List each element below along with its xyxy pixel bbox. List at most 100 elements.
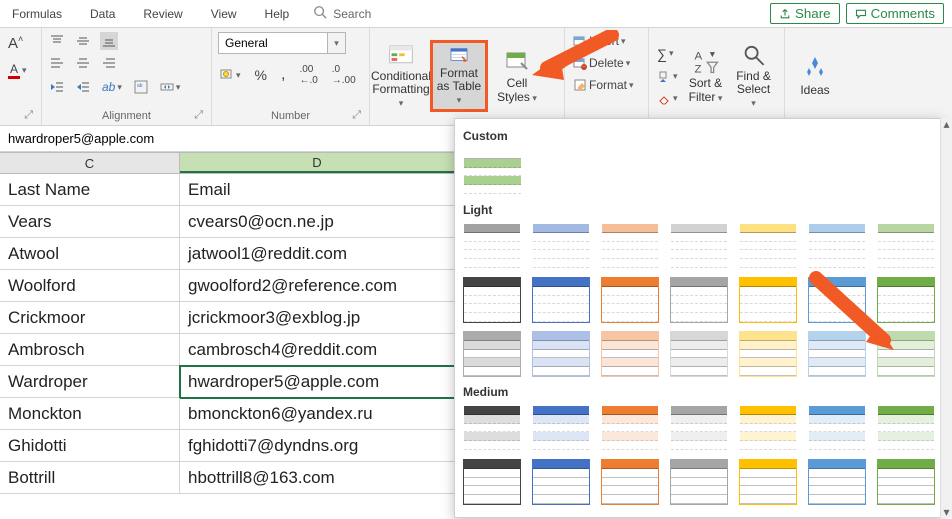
number-format-dropdown[interactable] <box>218 32 328 54</box>
table-style-option[interactable] <box>532 223 590 269</box>
column-header-d[interactable]: D <box>180 153 455 173</box>
tab-view[interactable]: View <box>207 7 241 21</box>
format-as-table-button[interactable]: Format as Table ▾ <box>430 40 488 112</box>
table-style-option[interactable] <box>532 331 590 377</box>
table-style-option[interactable] <box>739 405 797 451</box>
share-button[interactable]: Share <box>770 3 840 24</box>
table-style-option[interactable] <box>463 149 522 195</box>
orientation-button[interactable]: ab▾ <box>100 78 124 96</box>
group-editing: ∑▾ ▾ ▾ AZ Sort & Filter ▾ Find & Select … <box>649 28 785 125</box>
alignment-launcher[interactable]: ⤢ <box>194 109 203 122</box>
number-launcher[interactable]: ⤢ <box>352 109 361 122</box>
tab-data[interactable]: Data <box>86 7 119 21</box>
decrease-decimal-button[interactable]: .0→.00 <box>330 62 358 88</box>
find-select-button[interactable]: Find & Select ▾ <box>732 40 776 112</box>
table-style-option[interactable] <box>808 405 866 451</box>
table-style-option[interactable] <box>877 405 935 451</box>
table-style-option[interactable] <box>739 459 797 505</box>
scroll-up-button[interactable]: ▴ <box>941 118 952 130</box>
cell[interactable]: Wardroper <box>0 366 180 398</box>
tab-formulas[interactable]: Formulas <box>8 7 66 21</box>
table-style-option[interactable] <box>739 331 797 377</box>
increase-indent-button[interactable] <box>74 78 92 96</box>
search-box[interactable]: Search <box>313 5 371 22</box>
align-center-button[interactable] <box>74 54 92 72</box>
cell[interactable]: Monckton <box>0 398 180 430</box>
font-color-button[interactable]: A▾ <box>6 60 29 81</box>
cell[interactable]: Crickmoor <box>0 302 180 334</box>
autosum-button[interactable]: ∑▾ <box>655 44 680 64</box>
cell[interactable]: Woolford <box>0 270 180 302</box>
font-launcher[interactable]: ⤢ <box>24 109 33 122</box>
cell[interactable]: cvears0@ocn.ne.jp <box>180 206 455 238</box>
decrease-indent-button[interactable] <box>48 78 66 96</box>
table-style-option[interactable] <box>601 331 659 377</box>
comment-icon <box>855 8 867 20</box>
increase-decimal-button[interactable]: .00←.0 <box>297 62 319 88</box>
table-style-option[interactable] <box>877 459 935 505</box>
align-middle-button[interactable] <box>74 32 92 50</box>
gallery-scrollbar[interactable]: ▴ ▾ <box>940 118 952 518</box>
table-style-option[interactable] <box>601 277 659 323</box>
table-style-option[interactable] <box>739 277 797 323</box>
merge-button[interactable]: ▾ <box>158 78 183 96</box>
group-font-fragment: A˄ A▾ ⤢ <box>0 28 42 125</box>
sort-filter-button[interactable]: AZ Sort & Filter ▾ <box>684 40 728 112</box>
table-style-option[interactable] <box>463 277 521 323</box>
table-style-option[interactable] <box>808 459 866 505</box>
table-style-option[interactable] <box>877 223 935 269</box>
table-style-option[interactable] <box>463 223 521 269</box>
group-number: ▾ ▾ % , .00←.0 .0→.00 Number⤢ <box>212 28 370 125</box>
table-style-option[interactable] <box>670 331 728 377</box>
table-style-option[interactable] <box>532 405 590 451</box>
table-style-option[interactable] <box>532 277 590 323</box>
comma-format-button[interactable]: , <box>279 62 287 88</box>
align-bottom-button[interactable] <box>100 32 118 50</box>
cell[interactable]: fghidotti7@dyndns.org <box>180 430 455 462</box>
cell[interactable]: Ghidotti <box>0 430 180 462</box>
cell[interactable]: Vears <box>0 206 180 238</box>
table-style-option[interactable] <box>601 459 659 505</box>
cell[interactable]: bmonckton6@yandex.ru <box>180 398 455 430</box>
align-top-button[interactable] <box>48 32 66 50</box>
accounting-format-button[interactable]: ▾ <box>218 62 243 88</box>
scroll-down-button[interactable]: ▾ <box>941 506 952 518</box>
cell[interactable]: Atwool <box>0 238 180 270</box>
cell[interactable]: gwoolford2@reference.com <box>180 270 455 302</box>
percent-format-button[interactable]: % <box>253 62 269 88</box>
align-right-button[interactable] <box>100 54 118 72</box>
fill-button[interactable]: ▾ <box>655 68 680 86</box>
table-style-option[interactable] <box>463 405 521 451</box>
cell[interactable]: jcrickmoor3@exblog.jp <box>180 302 455 334</box>
wrap-text-button[interactable]: ab <box>132 78 150 96</box>
cell[interactable]: Last Name <box>0 174 180 206</box>
clear-button[interactable]: ▾ <box>655 90 680 108</box>
comments-button[interactable]: Comments <box>846 3 944 24</box>
table-style-option[interactable] <box>532 459 590 505</box>
table-style-option[interactable] <box>601 405 659 451</box>
table-style-option[interactable] <box>463 459 521 505</box>
table-style-option[interactable] <box>739 223 797 269</box>
cell[interactable]: jatwool1@reddit.com <box>180 238 455 270</box>
ideas-button[interactable]: Ideas <box>791 40 839 112</box>
table-style-option[interactable] <box>463 331 521 377</box>
table-style-option[interactable] <box>601 223 659 269</box>
table-style-option[interactable] <box>670 277 728 323</box>
column-header-c[interactable]: C <box>0 153 180 173</box>
font-size-grow-button[interactable]: A˄ <box>6 32 25 54</box>
table-style-option[interactable] <box>670 223 728 269</box>
tab-help[interactable]: Help <box>261 7 294 21</box>
tab-review[interactable]: Review <box>139 7 186 21</box>
cell[interactable]: Ambrosch <box>0 334 180 366</box>
table-style-option[interactable] <box>808 223 866 269</box>
conditional-formatting-button[interactable]: Conditional Formatting ▾ <box>372 40 430 112</box>
table-style-option[interactable] <box>670 405 728 451</box>
cell[interactable]: cambrosch4@reddit.com <box>180 334 455 366</box>
cell[interactable]: Email <box>180 174 455 206</box>
align-left-button[interactable] <box>48 54 66 72</box>
table-style-option[interactable] <box>670 459 728 505</box>
cell[interactable]: Bottrill <box>0 462 180 494</box>
number-format-dropdown-arrow[interactable]: ▾ <box>328 32 346 54</box>
cell[interactable]: hwardroper5@apple.com <box>180 366 455 398</box>
cell[interactable]: hbottrill8@163.com <box>180 462 455 494</box>
